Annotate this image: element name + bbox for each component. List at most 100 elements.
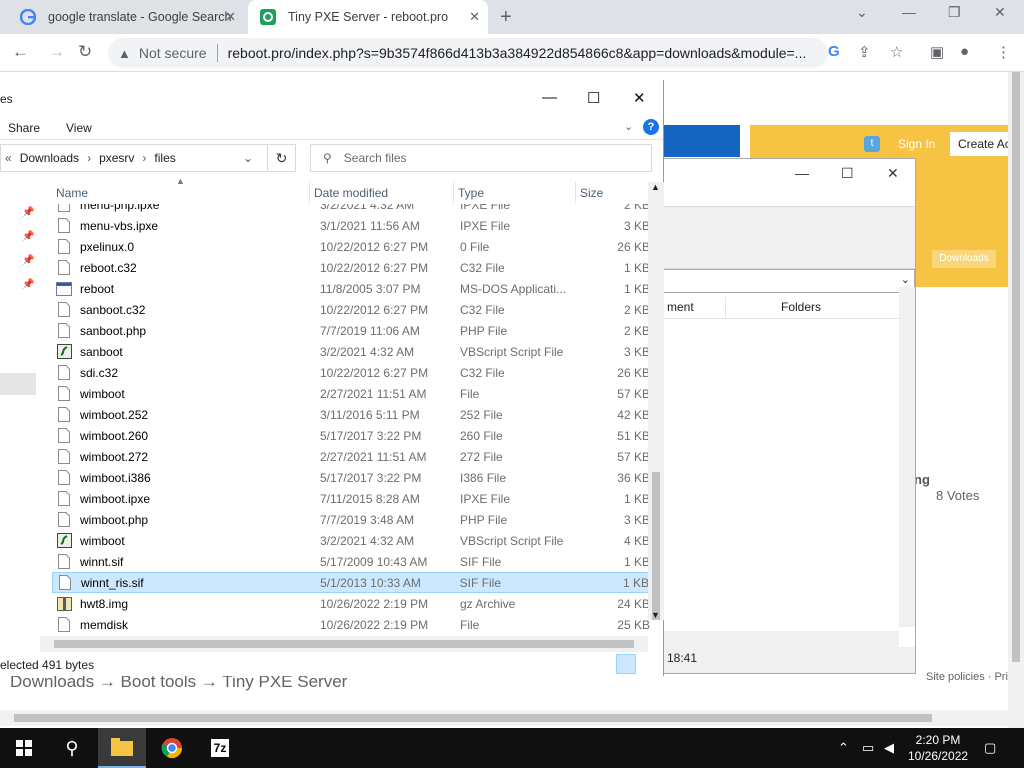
horizontal-scrollbar[interactable] (40, 636, 648, 652)
pin-icon[interactable]: 📌 (22, 231, 34, 242)
file-row[interactable]: wimboot 2/27/2021 11:51 AM File 57 KB (52, 383, 650, 404)
7zip-taskbar-icon[interactable]: 7z (196, 728, 244, 768)
scroll-thumb[interactable] (652, 472, 660, 620)
file-explorer-taskbar-icon[interactable] (98, 728, 146, 768)
file-row[interactable]: winnt.sif 5/17/2009 10:43 AM SIF File 1 KB (52, 551, 650, 572)
file-row[interactable]: wimboot.ipxe 7/11/2015 8:28 AM IPXE File 1 … (52, 488, 650, 509)
page-horizontal-scrollbar[interactable] (0, 710, 1008, 726)
scroll-thumb[interactable] (1012, 72, 1020, 662)
file-row[interactable]: wimboot.php 7/7/2019 3:48 AM PHP File 3 KB (52, 509, 650, 530)
sign-in-link[interactable]: Sign In (898, 137, 935, 151)
address-breadcrumb[interactable]: « Downloads › pxesrv › files ⌄ (0, 144, 268, 172)
tab-tiny-pxe-server[interactable]: Tiny PXE Server - reboot.pro ✕ (248, 0, 488, 34)
file-row[interactable]: sanboot.c32 10/22/2012 6:27 PM C32 File 2 K… (52, 299, 650, 320)
maximize-icon[interactable]: ☐ (841, 165, 854, 182)
search-icon[interactable]: ⚲ (48, 728, 96, 768)
create-account-button[interactable]: Create Ac (950, 132, 1010, 156)
scroll-down-icon[interactable]: ▼ (651, 610, 660, 620)
side-panel-icon[interactable]: ▣ (930, 43, 944, 61)
close-icon[interactable]: ✕ (633, 89, 646, 107)
chevron-down-icon[interactable]: ⌄ (243, 151, 253, 165)
downloads-tab[interactable]: Downloads (932, 250, 996, 268)
large-icons-view-icon[interactable] (640, 654, 660, 674)
dialog-vertical-scrollbar[interactable] (899, 287, 915, 627)
file-row[interactable]: sanboot.php 7/7/2019 11:06 AM PHP File 2 KB (52, 320, 650, 341)
details-view-icon[interactable] (616, 654, 636, 674)
share-icon[interactable]: ⇪ (858, 43, 871, 61)
twitter-icon[interactable]: t (864, 136, 880, 152)
close-tab-icon[interactable]: ✕ (469, 9, 480, 25)
scroll-up-icon[interactable]: ▲ (651, 182, 660, 192)
restore-icon[interactable]: ❐ (948, 4, 961, 21)
file-row[interactable]: wimboot.252 3/11/2016 5:11 PM 252 File 42 K… (52, 404, 650, 425)
expand-ribbon-icon[interactable]: ⌄ (624, 120, 633, 133)
column-header-size[interactable]: Size (576, 182, 650, 203)
file-row[interactable]: wimboot 3/2/2021 4:32 AM VBScript Script F… (52, 530, 650, 551)
overflow-icon[interactable]: « (5, 151, 12, 165)
column-header[interactable]: Folders (725, 297, 825, 318)
close-window-icon[interactable]: ✕ (994, 4, 1006, 21)
scroll-thumb[interactable] (14, 714, 932, 722)
nav-selected-item[interactable] (0, 373, 36, 395)
file-row[interactable]: hwt8.img 10/26/2022 2:19 PM gz Archive 24 K… (52, 593, 650, 614)
chevron-right-icon[interactable]: › (87, 151, 91, 165)
file-row[interactable]: pxelinux.0 10/22/2012 6:27 PM 0 File 26 KB (52, 236, 650, 257)
bookmark-star-icon[interactable]: ☆ (890, 43, 903, 61)
file-row[interactable]: menu-php.ipxe 3/2/2021 4:32 AM IPXE File 2 … (52, 204, 650, 215)
help-icon[interactable]: ? (643, 119, 659, 135)
reload-icon[interactable]: ↻ (78, 42, 92, 62)
chevron-right-icon[interactable]: › (142, 151, 146, 165)
file-row[interactable]: menu-vbs.ipxe 3/1/2021 11:56 AM IPXE File 3… (52, 215, 650, 236)
ribbon-tab-view[interactable]: View (66, 121, 92, 135)
chevron-up-icon[interactable]: ⌃ (838, 740, 849, 756)
pin-icon[interactable]: 📌 (22, 207, 34, 218)
dialog-combo[interactable]: ⌄ (663, 269, 915, 293)
address-bar[interactable]: ▲ Not secure reboot.pro/index.php?s=9b35… (108, 38, 828, 68)
column-header-date[interactable]: Date modified (310, 182, 454, 203)
minimize-icon[interactable]: — (795, 165, 809, 181)
pin-icon[interactable]: 📌 (22, 255, 34, 266)
breadcrumb-downloads[interactable]: Downloads (20, 151, 79, 165)
network-icon[interactable]: ▭ (862, 740, 874, 756)
tab-google-translate[interactable]: google translate - Google Search ✕ (20, 0, 244, 34)
close-icon[interactable]: ✕ (887, 165, 899, 182)
maximize-icon[interactable]: ☐ (587, 89, 600, 107)
file-row[interactable]: memdisk 10/26/2022 2:19 PM File 25 KB (52, 614, 650, 635)
refresh-button[interactable]: ↻ (268, 144, 296, 172)
ribbon-tab-share[interactable]: Share (8, 121, 40, 135)
system-clock[interactable]: 2:20 PM 10/26/2022 (908, 732, 968, 764)
file-row[interactable]: sdi.c32 10/22/2012 6:27 PM C32 File 26 KB (52, 362, 650, 383)
page-scrollbar[interactable] (1008, 72, 1024, 728)
breadcrumb-pxesrv[interactable]: pxesrv (99, 151, 134, 165)
search-input[interactable]: ⚲ Search files (310, 144, 652, 172)
minimize-icon[interactable]: — (542, 89, 557, 106)
start-button[interactable] (0, 728, 48, 768)
profile-avatar-icon[interactable]: ● (960, 43, 969, 60)
file-row[interactable]: reboot 11/8/2005 3:07 PM MS-DOS Applicati.… (52, 278, 650, 299)
close-tab-icon[interactable]: ✕ (225, 9, 236, 25)
file-row[interactable]: wimboot.260 5/17/2017 3:22 PM 260 File 51 K… (52, 425, 650, 446)
forward-icon[interactable]: → (48, 42, 65, 62)
pin-icon[interactable]: 📌 (22, 279, 34, 290)
file-row[interactable]: sanboot 3/2/2021 4:32 AM VBScript Script F… (52, 341, 650, 362)
scroll-thumb[interactable] (54, 640, 634, 648)
file-row[interactable]: reboot.c32 10/22/2012 6:27 PM C32 File 1 KB (52, 257, 650, 278)
volume-icon[interactable]: ◀ (884, 740, 894, 756)
dialog-horizontal-scrollbar[interactable] (663, 631, 899, 647)
new-tab-button[interactable]: + (500, 6, 512, 29)
chrome-taskbar-icon[interactable] (148, 728, 196, 768)
column-header[interactable]: ment (663, 297, 725, 318)
column-header-type[interactable]: Type (454, 182, 576, 203)
file-row[interactable]: wimboot.i386 5/17/2017 3:22 PM I386 File 36… (52, 467, 650, 488)
site-policies-link[interactable]: Site policies · Pri (926, 671, 1008, 683)
file-row[interactable]: winnt_ris.sif 5/1/2013 10:33 AM SIF File 1 … (52, 572, 650, 593)
breadcrumb-files[interactable]: files (154, 151, 175, 165)
google-lens-icon[interactable]: G (828, 43, 840, 60)
back-icon[interactable]: ← (12, 42, 29, 62)
notification-icon[interactable]: ▢ (984, 740, 996, 756)
vertical-scrollbar[interactable]: ▲ ▼ (648, 182, 664, 620)
minimize-icon[interactable]: — (902, 4, 916, 20)
file-row[interactable]: wimboot.272 2/27/2021 11:51 AM 272 File 57 … (52, 446, 650, 467)
menu-icon[interactable]: ⋮ (996, 43, 1011, 61)
tab-search-icon[interactable]: ⌄ (856, 4, 868, 21)
